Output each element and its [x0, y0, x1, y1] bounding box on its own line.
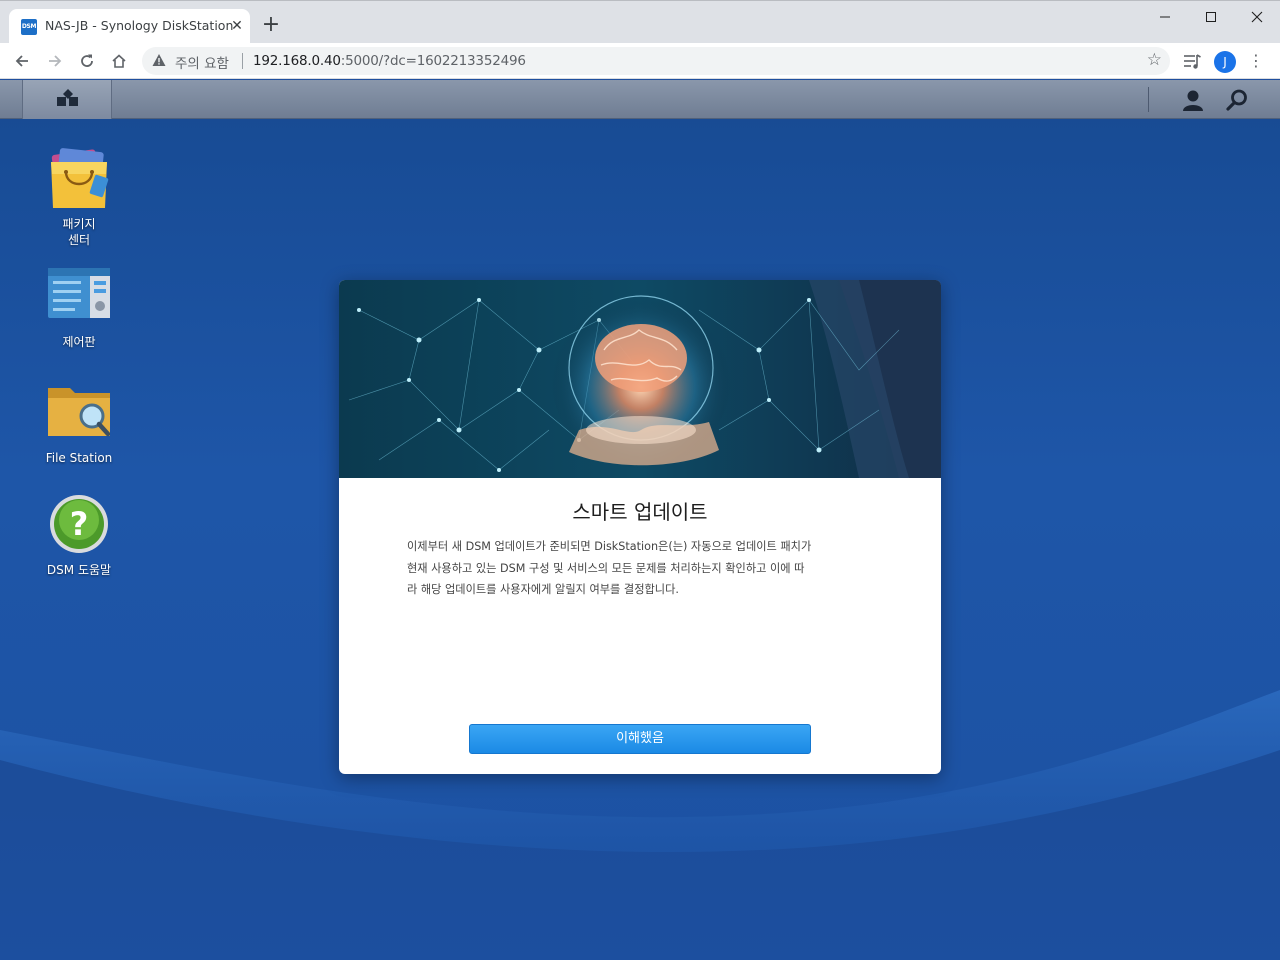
package-center-label-line2: 센터: [67, 233, 91, 247]
file-station-label: File Station: [45, 451, 113, 465]
desktop-icon-file-station[interactable]: File Station: [24, 382, 134, 472]
main-menu-button[interactable]: [22, 80, 112, 119]
dialog-body-line: 라 해당 업데이트를 사용자에게 알릴지 여부를 결정합니다.: [407, 583, 679, 596]
dsm-help-icon: ?: [50, 495, 108, 553]
media-control-icon[interactable]: [1182, 53, 1202, 71]
hero-image-ai-brain: [339, 280, 941, 478]
browser-menu-icon[interactable]: ⋮: [1246, 47, 1266, 75]
close-window-button[interactable]: [1234, 5, 1280, 29]
smart-update-dialog: 스마트 업데이트 이제부터 새 DSM 업데이트가 준비되면 DiskStati…: [339, 280, 941, 774]
dsm-favicon-icon: DSM: [21, 19, 37, 35]
browser-toolbar: 주의 요함 192.168.0.40:5000/?dc=160221335249…: [0, 43, 1280, 79]
warning-icon[interactable]: [152, 53, 166, 67]
tab-title: NAS-JB - Synology DiskStation: [45, 18, 234, 33]
dialog-body: 이제부터 새 DSM 업데이트가 준비되면 DiskStation은(는) 자동…: [407, 536, 877, 601]
back-button[interactable]: [8, 47, 36, 75]
understood-button[interactable]: 이해했음: [469, 724, 811, 754]
desktop-icon-dsm-help[interactable]: ? DSM 도움말: [24, 494, 134, 584]
dialog-body-line: 현재 사용하고 있는 DSM 구성 및 서비스의 모든 문제를 처리하는지 확인…: [407, 561, 805, 575]
dialog-title: 스마트 업데이트: [572, 500, 708, 524]
search-icon[interactable]: [1225, 88, 1249, 112]
package-center-label-line1: 패키지: [62, 217, 96, 231]
url-text[interactable]: 192.168.0.40:5000/?dc=1602213352496: [253, 53, 526, 69]
forward-button[interactable]: [41, 47, 69, 75]
address-separator: [242, 53, 243, 69]
minimize-button[interactable]: [1142, 5, 1188, 29]
dsm-help-label: DSM 도움말: [46, 563, 112, 577]
desktop-icon-package-center[interactable]: 패키지 센터: [24, 148, 134, 248]
taskbar-divider: [1148, 87, 1149, 112]
tab-close-icon[interactable]: ✕: [227, 16, 247, 36]
address-bar[interactable]: 주의 요함 192.168.0.40:5000/?dc=160221335249…: [142, 47, 1170, 75]
bookmark-star-icon[interactable]: ☆: [1147, 50, 1162, 70]
desktop-icon-label: 패키지 센터: [24, 216, 134, 248]
user-icon[interactable]: [1181, 88, 1205, 112]
new-tab-button[interactable]: +: [259, 14, 283, 38]
url-host: 192.168.0.40: [253, 53, 341, 69]
svg-text:?: ?: [70, 505, 89, 543]
security-label[interactable]: 주의 요함: [175, 52, 229, 72]
file-station-icon: [48, 388, 110, 437]
maximize-button[interactable]: [1188, 5, 1234, 29]
dsm-taskbar: [0, 80, 1280, 119]
control-panel-label: 제어판: [62, 335, 96, 349]
browser-tab[interactable]: DSM NAS-JB - Synology DiskStation ✕: [9, 9, 250, 44]
home-button[interactable]: [105, 47, 133, 75]
package-center-icon: [51, 148, 109, 208]
reload-button[interactable]: [73, 47, 101, 75]
main-menu-icon: [57, 89, 78, 106]
url-path: :5000/?dc=1602213352496: [340, 53, 526, 69]
control-panel-icon: [48, 268, 110, 318]
browser-titlebar: DSM NAS-JB - Synology DiskStation ✕ +: [0, 0, 1280, 44]
dialog-body-line: 이제부터 새 DSM 업데이트가 준비되면 DiskStation은(는) 자동…: [407, 540, 812, 553]
profile-avatar[interactable]: J: [1214, 51, 1236, 73]
desktop-icon-control-panel[interactable]: 제어판: [24, 266, 134, 356]
